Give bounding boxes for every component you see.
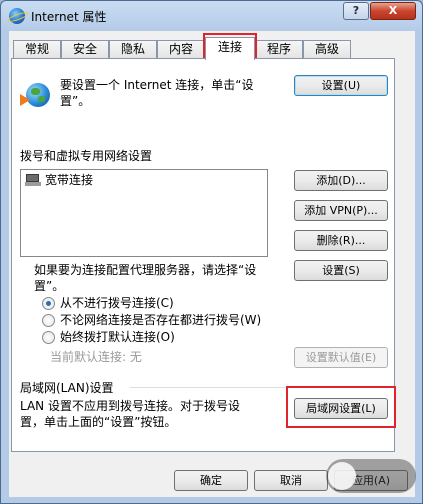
proxy-instruction-line1: 如果要为连接配置代理服务器，请选择“设 xyxy=(34,263,257,277)
lan-instruction-line2: 置，单击上面的“设置”按钮。 xyxy=(20,415,177,429)
cancel-button[interactable]: 取消 xyxy=(254,470,328,491)
lan-settings-button[interactable]: 局域网设置(L) xyxy=(294,398,388,419)
tab-general[interactable]: 常规 xyxy=(13,40,61,59)
watermark-logo-icon xyxy=(328,462,356,490)
radio-dial-whenever[interactable] xyxy=(42,314,55,327)
close-button[interactable]: X xyxy=(370,2,416,20)
tab-advanced[interactable]: 高级 xyxy=(303,40,351,59)
dialup-connections-list[interactable]: 宽带连接 xyxy=(20,169,268,257)
tab-security[interactable]: 安全 xyxy=(61,40,109,59)
tab-content[interactable]: 内容 xyxy=(157,40,205,59)
tab-connections[interactable]: 连接 xyxy=(205,37,255,60)
dialup-section-label: 拨号和虚拟专用网络设置 xyxy=(20,149,153,163)
remove-connection-button[interactable]: 删除(R)... xyxy=(294,230,388,251)
lan-section-divider xyxy=(130,387,388,388)
lan-instruction-line1: LAN 设置不应用到拨号连接。对于拨号设 xyxy=(20,399,240,413)
lan-section-label: 局域网(LAN)设置 xyxy=(20,381,114,395)
internet-globe-icon xyxy=(9,8,25,24)
window-title: Internet 属性 xyxy=(31,10,107,24)
internet-properties-window: Internet 属性 ? X 常规 安全 隐私 内容 连接 程序 高级 要设置… xyxy=(0,0,423,504)
internet-setup-icon xyxy=(20,81,52,111)
proxy-instruction-line2: 置”。 xyxy=(34,279,65,293)
add-vpn-button[interactable]: 添加 VPN(P)... xyxy=(294,200,388,221)
title-bar[interactable]: Internet 属性 ? X xyxy=(1,1,422,31)
setup-button[interactable]: 设置(U) xyxy=(294,75,388,96)
radio-never-dial-label[interactable]: 从不进行拨号连接(C) xyxy=(60,295,174,311)
setup-instruction-line1: 要设置一个 Internet 连接，单击“设 xyxy=(60,78,254,92)
tab-programs[interactable]: 程序 xyxy=(255,40,303,59)
tab-privacy[interactable]: 隐私 xyxy=(109,40,157,59)
add-connection-button[interactable]: 添加(D)... xyxy=(294,170,388,191)
list-item[interactable]: 宽带连接 xyxy=(21,170,267,188)
connections-panel: 要设置一个 Internet 连接，单击“设 置”。 设置(U) 拨号和虚拟专用… xyxy=(11,58,396,452)
proxy-settings-button[interactable]: 设置(S) xyxy=(294,260,388,281)
list-item-label: 宽带连接 xyxy=(45,173,94,187)
modem-icon xyxy=(25,174,41,186)
help-button[interactable]: ? xyxy=(343,2,369,20)
current-default-connection: 当前默认连接: 无 xyxy=(50,350,142,364)
radio-always-dial-default-label[interactable]: 始终拨打默认连接(O) xyxy=(60,329,175,345)
ok-button[interactable]: 确定 xyxy=(174,470,248,491)
setup-instruction-line2: 置”。 xyxy=(60,94,91,108)
radio-dial-whenever-label[interactable]: 不论网络连接是否存在都进行拨号(W) xyxy=(60,312,261,328)
radio-always-dial-default[interactable] xyxy=(42,331,55,344)
dialog-client-area: 常规 安全 隐私 内容 连接 程序 高级 要设置一个 Internet 连接，单… xyxy=(9,31,415,497)
set-default-button[interactable]: 设置默认值(E) xyxy=(294,347,388,368)
radio-never-dial[interactable] xyxy=(42,297,55,310)
